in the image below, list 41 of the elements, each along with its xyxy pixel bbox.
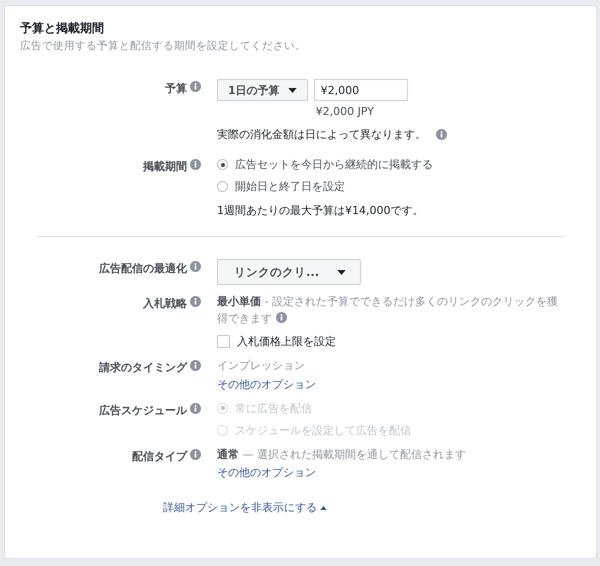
info-icon[interactable] [276, 312, 286, 322]
note-text: 1週間あたりの最大予算は¥14,000です。 [217, 203, 424, 218]
info-icon[interactable] [190, 296, 201, 307]
radio-button[interactable] [217, 181, 228, 192]
option-label: 常に広告を配信 [235, 400, 312, 416]
field-label: 掲載期間 [143, 159, 187, 174]
section-title: 予算と掲載期間 [20, 20, 105, 37]
info-icon[interactable] [436, 129, 447, 140]
checkbox-label: 入札価格上限を設定 [237, 334, 336, 349]
caret-icon [320, 506, 327, 510]
field-label: 予算 [165, 81, 187, 96]
option-label: 開始日と終了日を設定 [235, 179, 345, 194]
info-icon[interactable] [190, 261, 201, 272]
amount-field[interactable]: ¥2,000 [314, 79, 408, 101]
value-text: 通常 — 選択された掲載期間を通して配信されます [217, 446, 466, 462]
info-icon[interactable] [190, 448, 201, 460]
field-label: 請求のタイミング [99, 360, 187, 375]
note-text: 実際の消化金額は日によって異なります。 [217, 127, 426, 142]
currency-note: ¥2,000 JPY [314, 105, 375, 118]
options-link[interactable]: その他のオプション [217, 376, 316, 392]
caret-icon [288, 88, 297, 92]
field-label: 広告スケジュール [99, 402, 187, 418]
radio-button[interactable] [217, 159, 228, 170]
dropdown-button[interactable]: 1日の予算 [217, 79, 308, 101]
caret-icon [337, 270, 346, 274]
field-label: 配信タイプ [132, 448, 187, 464]
value-text: 最小単価 - 設定された予算でできるだけ多くのリンクのクリックを獲得できます [217, 294, 559, 326]
options-link[interactable]: その他のオプション [217, 465, 316, 480]
info-icon[interactable] [190, 402, 201, 414]
hide-options-link[interactable]: 詳細オプションを非表示にする [163, 500, 327, 515]
info-icon[interactable] [190, 81, 201, 92]
option-label: 広告セットを今日から継続的に掲載する [235, 157, 433, 172]
option-label: スケジュールを設定して広告を配信 [235, 422, 411, 438]
field-label: 広告配信の最適化 [99, 261, 187, 276]
dropdown-button[interactable]: リンクのクリ... [217, 259, 362, 285]
checkbox[interactable] [217, 335, 230, 348]
info-icon[interactable] [190, 159, 201, 170]
info-icon[interactable] [190, 360, 201, 371]
field-label: 入札戦略 [143, 296, 187, 311]
section-subtitle: 広告で使用する予算と配信する期間を設定してください。 [20, 39, 307, 53]
value-text: インプレッション [217, 358, 305, 374]
